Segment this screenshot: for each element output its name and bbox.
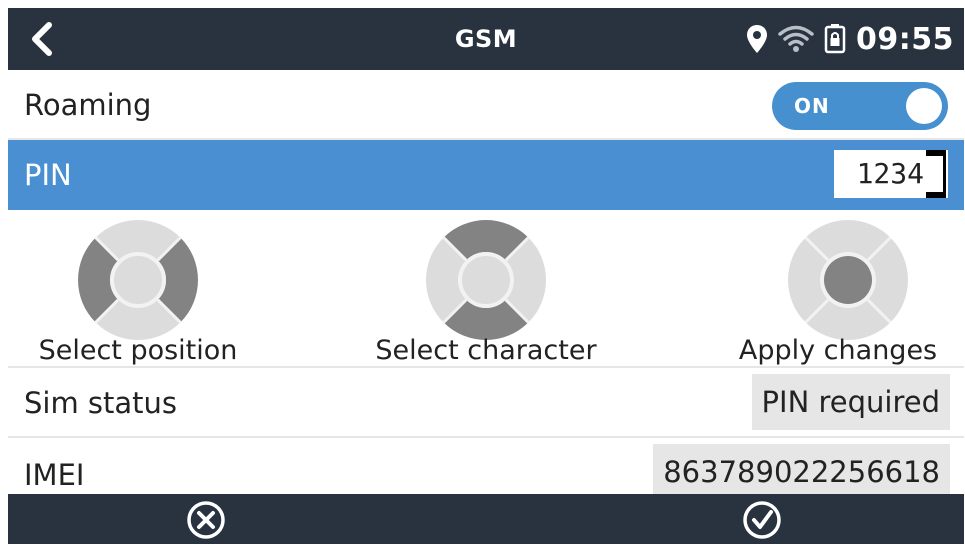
sim-status-label: Sim status	[24, 386, 178, 420]
dpad-up-down-icon	[426, 220, 546, 340]
confirm-button[interactable]	[740, 498, 784, 542]
pin-row[interactable]: PIN 1234	[8, 140, 964, 210]
pin-value: 1234	[856, 157, 924, 190]
footer-bar	[8, 494, 964, 544]
roaming-toggle[interactable]: ON	[772, 82, 948, 130]
header-bar: GSM 09:55	[8, 8, 964, 70]
roaming-row: Roaming ON	[8, 70, 964, 140]
help-select-position-label: Select position	[38, 335, 238, 366]
cancel-button[interactable]	[184, 498, 228, 542]
imei-value: 863789022256618	[653, 444, 950, 500]
pin-input[interactable]: 1234	[834, 150, 948, 198]
status-area: 09:55	[746, 8, 954, 70]
help-select-character-label: Select character	[375, 335, 597, 366]
confirm-check-icon	[743, 501, 781, 539]
help-apply-changes-label: Apply changes	[738, 335, 938, 366]
gsm-settings-screen: GSM 09:55 Roaming ON PIN 1234 Select pos…	[8, 8, 964, 544]
keypad-help-row: Select position Select character Apply c…	[8, 210, 964, 368]
roaming-label: Roaming	[24, 88, 152, 122]
help-apply-changes: Apply changes	[718, 210, 958, 368]
wifi-icon	[778, 25, 814, 52]
edit-cursor-bottom	[926, 192, 946, 198]
clock: 09:55	[856, 21, 954, 57]
sim-status-value: PIN required	[751, 374, 950, 430]
cancel-circle-icon	[187, 501, 225, 539]
help-select-character: Select character	[366, 210, 606, 368]
imei-label: IMEI	[24, 458, 85, 492]
toggle-state-label: ON	[794, 94, 830, 118]
edit-cursor-bar	[943, 150, 946, 198]
battery-lock-icon	[824, 24, 846, 54]
pin-label: PIN	[24, 158, 72, 192]
help-select-position: Select position	[18, 210, 258, 368]
location-pin-icon	[747, 25, 767, 53]
imei-row[interactable]: IMEI 863789022256618	[8, 438, 964, 500]
dpad-left-right-icon	[78, 220, 198, 340]
sim-status-row[interactable]: Sim status PIN required	[8, 368, 964, 438]
dpad-center-icon	[788, 220, 908, 340]
toggle-knob	[906, 88, 942, 124]
